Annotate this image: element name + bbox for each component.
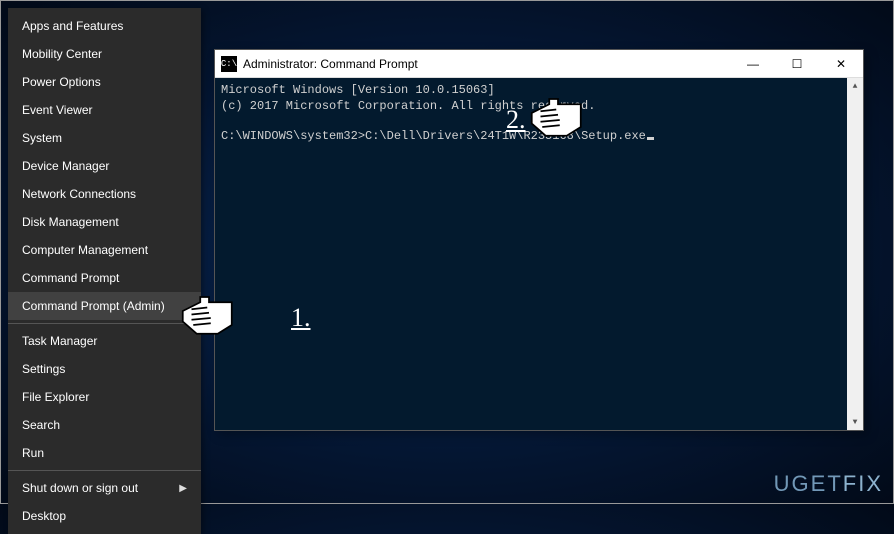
- menu-label: File Explorer: [22, 390, 89, 404]
- chevron-right-icon: ▶: [179, 483, 187, 494]
- close-icon: ✕: [836, 57, 846, 71]
- watermark-text-a: UGET: [774, 471, 843, 496]
- terminal-input: C:\Dell\Drivers\24T1W\R235168\Setup.exe: [365, 129, 646, 143]
- watermark: UGETFIX: [774, 471, 883, 497]
- titlebar[interactable]: C:\ Administrator: Command Prompt — ☐ ✕: [215, 50, 863, 78]
- menu-label: Network Connections: [22, 187, 136, 201]
- terminal-output-line: Microsoft Windows [Version 10.0.15063]: [221, 82, 857, 98]
- winx-item-network-connections[interactable]: Network Connections: [8, 180, 201, 208]
- winx-item-settings[interactable]: Settings: [8, 355, 201, 383]
- menu-label: Computer Management: [22, 243, 148, 257]
- winx-item-command-prompt[interactable]: Command Prompt: [8, 264, 201, 292]
- winx-menu: Apps and Features Mobility Center Power …: [8, 8, 201, 534]
- cmd-icon: C:\: [221, 56, 237, 72]
- window-controls: — ☐ ✕: [731, 50, 863, 77]
- menu-label: Mobility Center: [22, 47, 102, 61]
- winx-item-search[interactable]: Search: [8, 411, 201, 439]
- menu-label: Task Manager: [22, 334, 97, 348]
- watermark-text-b: FIX: [843, 471, 883, 496]
- scroll-down-button[interactable]: ▼: [847, 414, 863, 430]
- menu-label: Device Manager: [22, 159, 109, 173]
- scroll-track[interactable]: [847, 94, 863, 414]
- winx-item-computer-management[interactable]: Computer Management: [8, 236, 201, 264]
- menu-label: Desktop: [22, 509, 66, 523]
- winx-item-task-manager[interactable]: Task Manager: [8, 327, 201, 355]
- minimize-button[interactable]: —: [731, 50, 775, 77]
- maximize-icon: ☐: [792, 57, 803, 71]
- menu-separator: [8, 470, 201, 471]
- winx-item-device-manager[interactable]: Device Manager: [8, 152, 201, 180]
- menu-label: Command Prompt: [22, 271, 119, 285]
- winx-item-apps-and-features[interactable]: Apps and Features: [8, 12, 201, 40]
- close-button[interactable]: ✕: [819, 50, 863, 77]
- menu-separator: [8, 323, 201, 324]
- maximize-button[interactable]: ☐: [775, 50, 819, 77]
- terminal-blank-line: [221, 114, 857, 128]
- winx-item-command-prompt-admin[interactable]: Command Prompt (Admin): [8, 292, 201, 320]
- winx-item-shut-down[interactable]: Shut down or sign out ▶: [8, 474, 201, 502]
- command-prompt-window: C:\ Administrator: Command Prompt — ☐ ✕ …: [214, 49, 864, 431]
- terminal-body[interactable]: Microsoft Windows [Version 10.0.15063] (…: [215, 78, 863, 430]
- vertical-scrollbar[interactable]: ▲ ▼: [847, 78, 863, 430]
- menu-label: Settings: [22, 362, 65, 376]
- menu-label: Power Options: [22, 75, 101, 89]
- menu-label: Run: [22, 446, 44, 460]
- minimize-icon: —: [747, 57, 759, 71]
- winx-item-desktop[interactable]: Desktop: [8, 502, 201, 530]
- terminal-prompt-line: C:\WINDOWS\system32>C:\Dell\Drivers\24T1…: [221, 128, 857, 144]
- winx-item-file-explorer[interactable]: File Explorer: [8, 383, 201, 411]
- menu-label: System: [22, 131, 62, 145]
- menu-label: Shut down or sign out: [22, 481, 138, 495]
- terminal-output-line: (c) 2017 Microsoft Corporation. All righ…: [221, 98, 857, 114]
- menu-label: Command Prompt (Admin): [22, 299, 165, 313]
- scroll-up-button[interactable]: ▲: [847, 78, 863, 94]
- menu-label: Search: [22, 418, 60, 432]
- winx-item-mobility-center[interactable]: Mobility Center: [8, 40, 201, 68]
- winx-item-system[interactable]: System: [8, 124, 201, 152]
- text-cursor: [647, 137, 654, 140]
- terminal-prompt: C:\WINDOWS\system32>: [221, 129, 365, 143]
- menu-label: Disk Management: [22, 215, 119, 229]
- winx-item-power-options[interactable]: Power Options: [8, 68, 201, 96]
- menu-label: Apps and Features: [22, 19, 123, 33]
- winx-item-event-viewer[interactable]: Event Viewer: [8, 96, 201, 124]
- winx-item-run[interactable]: Run: [8, 439, 201, 467]
- menu-label: Event Viewer: [22, 103, 92, 117]
- winx-item-disk-management[interactable]: Disk Management: [8, 208, 201, 236]
- caret-up-icon: ▲: [853, 82, 858, 91]
- window-title: Administrator: Command Prompt: [243, 57, 731, 71]
- caret-down-icon: ▼: [853, 418, 858, 427]
